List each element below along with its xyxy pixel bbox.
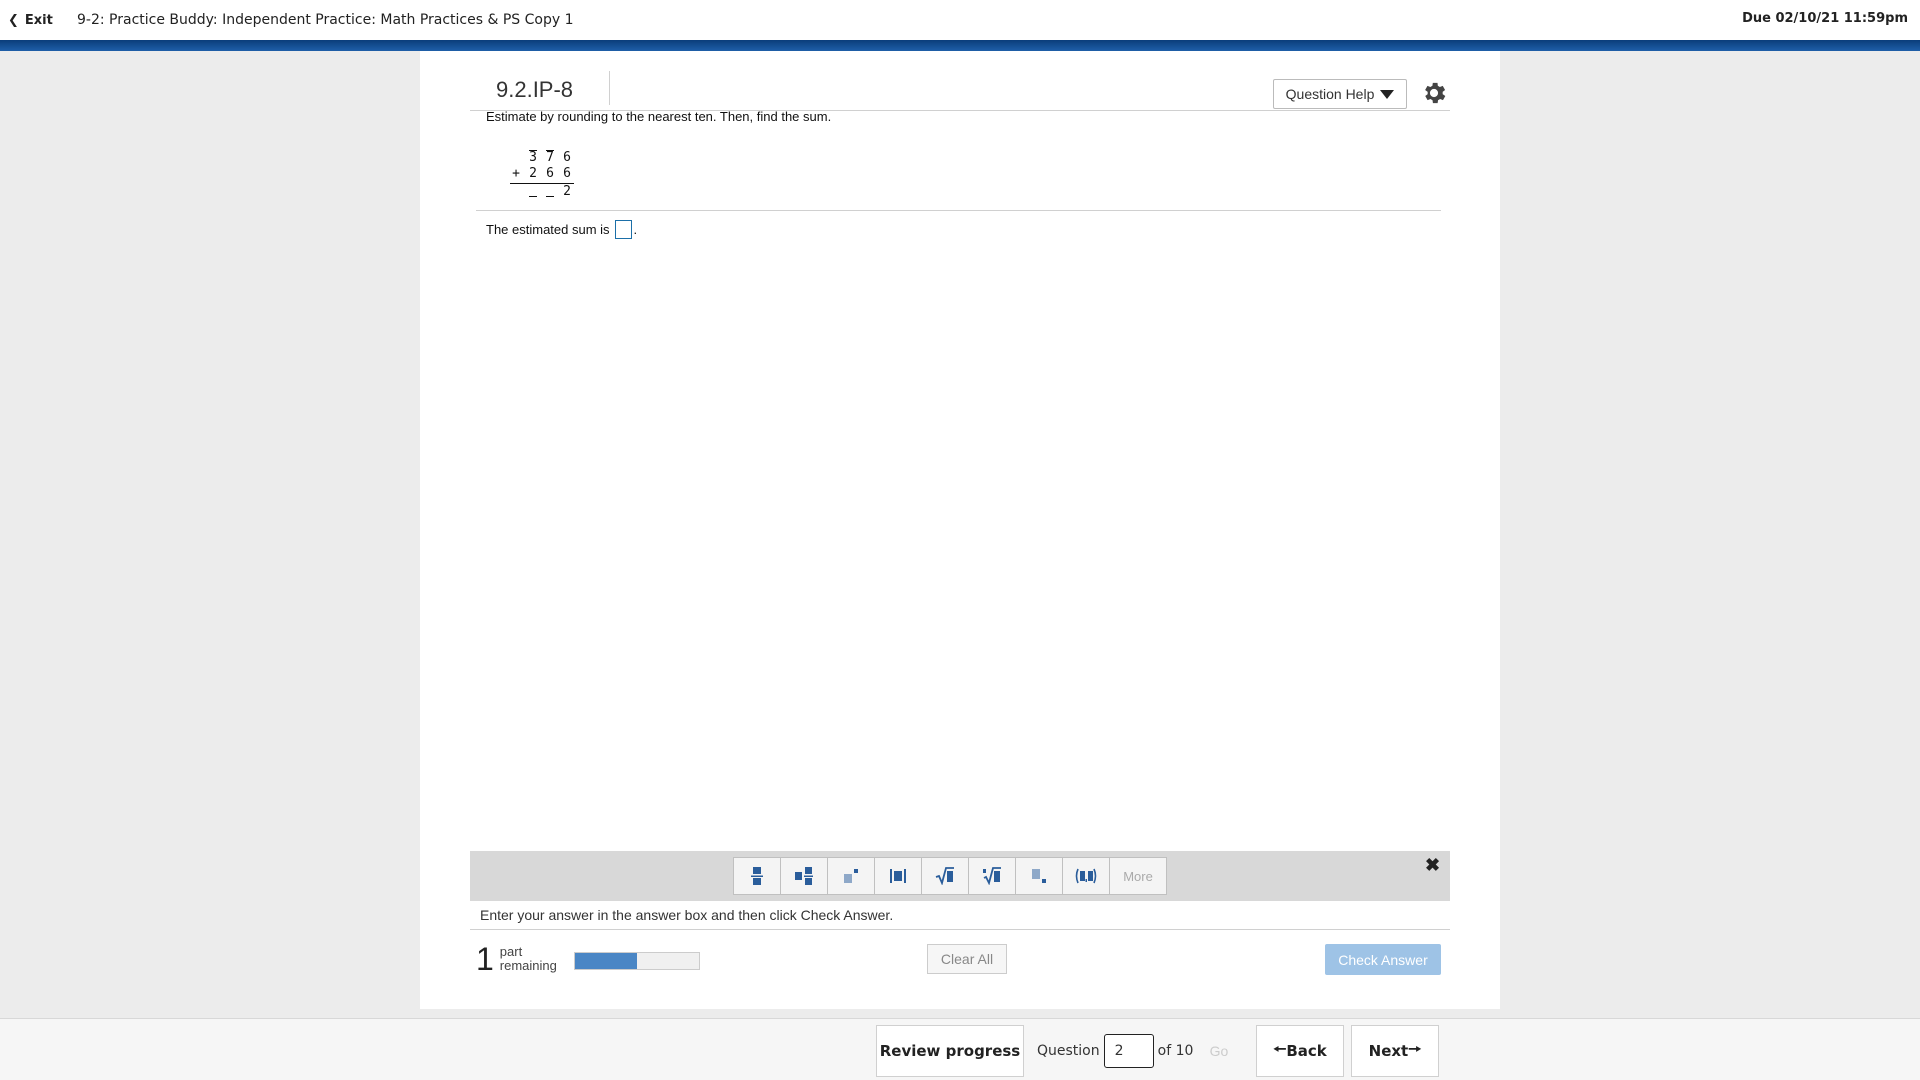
fraction-icon[interactable] xyxy=(733,857,781,895)
parts-remaining: 1 part remaining xyxy=(476,943,557,975)
review-progress-button[interactable]: Review progress xyxy=(876,1025,1024,1077)
result-digit-ones: 2 xyxy=(563,184,571,199)
question-total: of 10 xyxy=(1157,1043,1194,1059)
progress-bar xyxy=(574,952,700,970)
header-band xyxy=(0,40,1920,51)
bottom-digit-hundreds: 2 xyxy=(529,166,537,181)
subscript-icon[interactable] xyxy=(1015,857,1063,895)
nth-root-icon[interactable] xyxy=(968,857,1016,895)
math-palette: More ✖ xyxy=(470,851,1450,901)
answer-prompt: The estimated sum is xyxy=(486,222,610,237)
progress-fill xyxy=(575,953,637,969)
question-header: 9.2.IP-8 Question Help xyxy=(470,65,1450,111)
palette-tools: More xyxy=(733,857,1167,895)
top-bar: ❮ Exit 9-2: Practice Buddy: Independent … xyxy=(0,0,1920,40)
assignment-title: 9-2: Practice Buddy: Independent Practic… xyxy=(77,12,574,28)
parts-label: part remaining xyxy=(500,945,557,973)
question-number-input[interactable]: 2 xyxy=(1103,1034,1154,1068)
question-panel: 9.2.IP-8 Question Help Estimate by round… xyxy=(420,51,1500,1009)
go-button[interactable]: Go xyxy=(1191,1025,1247,1077)
answer-suffix: . xyxy=(633,222,638,237)
bottom-digit-tens: 6 xyxy=(546,166,554,181)
caret-down-icon xyxy=(1380,89,1395,99)
exit-button[interactable]: ❮ Exit xyxy=(0,13,62,28)
answer-input[interactable] xyxy=(614,220,632,239)
arrow-right-icon: 🠖 xyxy=(1408,1039,1422,1058)
answer-hint: Enter your answer in the answer box and … xyxy=(480,907,894,923)
question-id: 9.2.IP-8 xyxy=(496,77,574,102)
mixed-number-icon[interactable] xyxy=(780,857,828,895)
close-icon[interactable]: ✖ xyxy=(1425,855,1440,876)
parts-label-line2: remaining xyxy=(499,958,557,973)
question-instruction: Estimate by rounding to the nearest ten.… xyxy=(486,109,832,124)
check-answer-button[interactable]: Check Answer xyxy=(1325,944,1441,975)
header-divider xyxy=(609,71,610,105)
top-digit-ones: 6 xyxy=(563,150,571,165)
back-button[interactable]: 🠔 Back xyxy=(1256,1025,1344,1077)
exit-label: Exit xyxy=(24,12,53,28)
back-label: Back xyxy=(1286,1042,1327,1060)
question-help-label: Question Help xyxy=(1285,86,1375,102)
gear-icon[interactable] xyxy=(1420,79,1448,107)
top-digit-tens: 7 xyxy=(544,150,556,165)
next-button[interactable]: Next 🠖 xyxy=(1351,1025,1439,1077)
top-digit-hundreds: 3 xyxy=(527,150,539,165)
more-button[interactable]: More xyxy=(1109,857,1167,895)
question-help-button[interactable]: Question Help xyxy=(1273,79,1407,109)
parts-count: 1 xyxy=(476,941,494,977)
parts-label-line1: part xyxy=(499,944,523,959)
arrow-left-icon: 🠔 xyxy=(1273,1039,1287,1058)
answer-line: The estimated sum is . xyxy=(486,220,637,239)
square-root-icon[interactable] xyxy=(921,857,969,895)
question-label: Question xyxy=(1037,1043,1100,1059)
hint-divider xyxy=(470,929,1450,930)
bottom-digit-ones: 6 xyxy=(563,166,571,181)
result-blank-hundreds xyxy=(529,196,537,197)
next-label: Next xyxy=(1368,1042,1409,1060)
chevron-left-icon: ❮ xyxy=(8,12,19,28)
due-date: Due 02/10/21 11:59pm xyxy=(1742,11,1908,26)
result-blank-tens xyxy=(546,196,554,197)
clear-all-button[interactable]: Clear All xyxy=(927,944,1007,974)
question-divider xyxy=(476,210,1441,211)
ordered-pair-icon[interactable] xyxy=(1062,857,1110,895)
exponent-icon[interactable] xyxy=(827,857,875,895)
bottom-bar: Review progress Question 2 of 10 Go 🠔 Ba… xyxy=(0,1018,1920,1080)
absolute-value-icon[interactable] xyxy=(874,857,922,895)
plus-operator: + xyxy=(512,166,520,181)
